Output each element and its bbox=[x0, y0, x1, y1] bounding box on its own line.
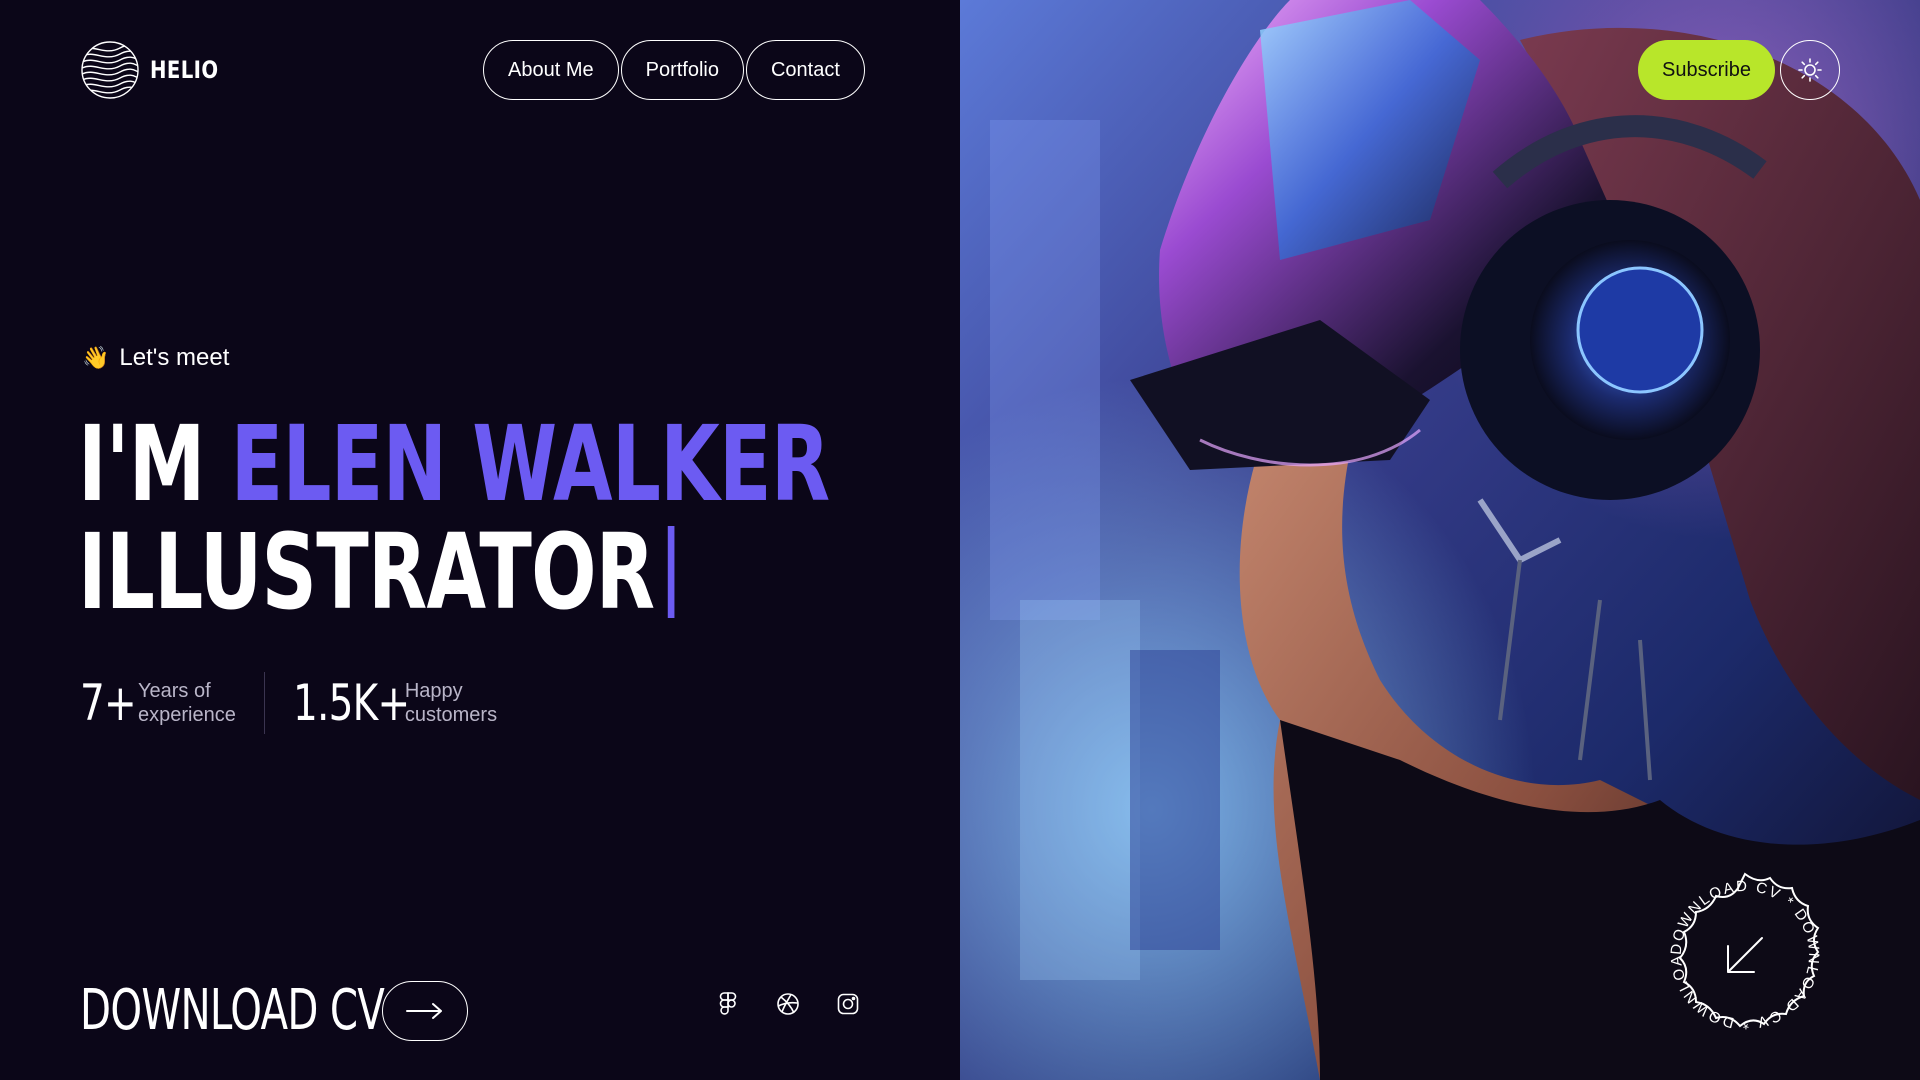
arrow-down-left-icon bbox=[1727, 937, 1763, 973]
stat-divider bbox=[263, 672, 265, 734]
subscribe-button[interactable]: Subscribe bbox=[1638, 40, 1775, 100]
stat-experience: 7+ Years of experience bbox=[80, 674, 236, 732]
left-panel: HELIO About Me Portfolio Contact 👋 Let's… bbox=[0, 0, 960, 1080]
brand-name: HELIO bbox=[150, 56, 219, 84]
sun-icon bbox=[1798, 58, 1822, 82]
svg-text:DOWNLOAD CV * DOWNLOAD CV * DO: DOWNLOAD CV * DOWNLOAD CV * DOWNLOAD CV … bbox=[1650, 860, 1822, 1032]
hero-headline: I'M ELEN WALKER ILLUSTRATOR bbox=[78, 410, 830, 626]
headline-name: ELEN WALKER bbox=[230, 403, 830, 525]
stat-value: 1.5K+ bbox=[292, 674, 410, 732]
dribbble-icon[interactable] bbox=[776, 992, 800, 1016]
instagram-icon[interactable] bbox=[836, 992, 860, 1016]
main-nav: About Me Portfolio Contact bbox=[483, 40, 865, 100]
greeting-text: Let's meet bbox=[119, 344, 230, 371]
download-cv: DOWNLOAD CV bbox=[80, 978, 468, 1043]
stat-label-line: experience bbox=[138, 704, 236, 726]
nav-item-contact[interactable]: Contact bbox=[745, 40, 865, 100]
social-links bbox=[716, 992, 860, 1016]
waving-hand-icon: 👋 bbox=[82, 345, 110, 370]
nav-item-portfolio[interactable]: Portfolio bbox=[620, 40, 744, 100]
stat-value: 7+ bbox=[80, 674, 137, 732]
brand-logo-icon bbox=[81, 41, 139, 99]
typing-cursor bbox=[667, 526, 675, 618]
stat-label: Years of experience bbox=[138, 679, 236, 727]
stat-label-line: customers bbox=[404, 704, 498, 726]
arrow-right-icon bbox=[406, 1002, 442, 1019]
greeting: 👋 Let's meet bbox=[82, 344, 229, 372]
download-cv-label[interactable]: DOWNLOAD CV bbox=[80, 978, 385, 1043]
stats: 7+ Years of experience 1.5K+ Happy custo… bbox=[80, 672, 497, 734]
nav-item-about[interactable]: About Me bbox=[483, 40, 619, 100]
brand[interactable]: HELIO bbox=[80, 40, 234, 100]
headline-prefix: I'M bbox=[78, 403, 205, 525]
stat-label-line: Happy bbox=[404, 680, 463, 702]
stat-label: Happy customers bbox=[405, 679, 497, 727]
download-cv-button[interactable] bbox=[382, 980, 468, 1041]
stat-customers: 1.5K+ Happy customers bbox=[293, 674, 497, 732]
headline-role: ILLUSTRATOR bbox=[78, 511, 655, 633]
theme-toggle-button[interactable] bbox=[1780, 40, 1840, 100]
download-cv-badge[interactable]: DOWNLOAD CV * DOWNLOAD CV * DOWNLOAD CV … bbox=[1644, 847, 1840, 1050]
stat-label-line: Years of bbox=[138, 680, 211, 702]
badge-text: DOWNLOAD CV * DOWNLOAD CV * DOWNLOAD CV … bbox=[1644, 847, 1821, 1032]
figma-icon[interactable] bbox=[716, 992, 740, 1016]
